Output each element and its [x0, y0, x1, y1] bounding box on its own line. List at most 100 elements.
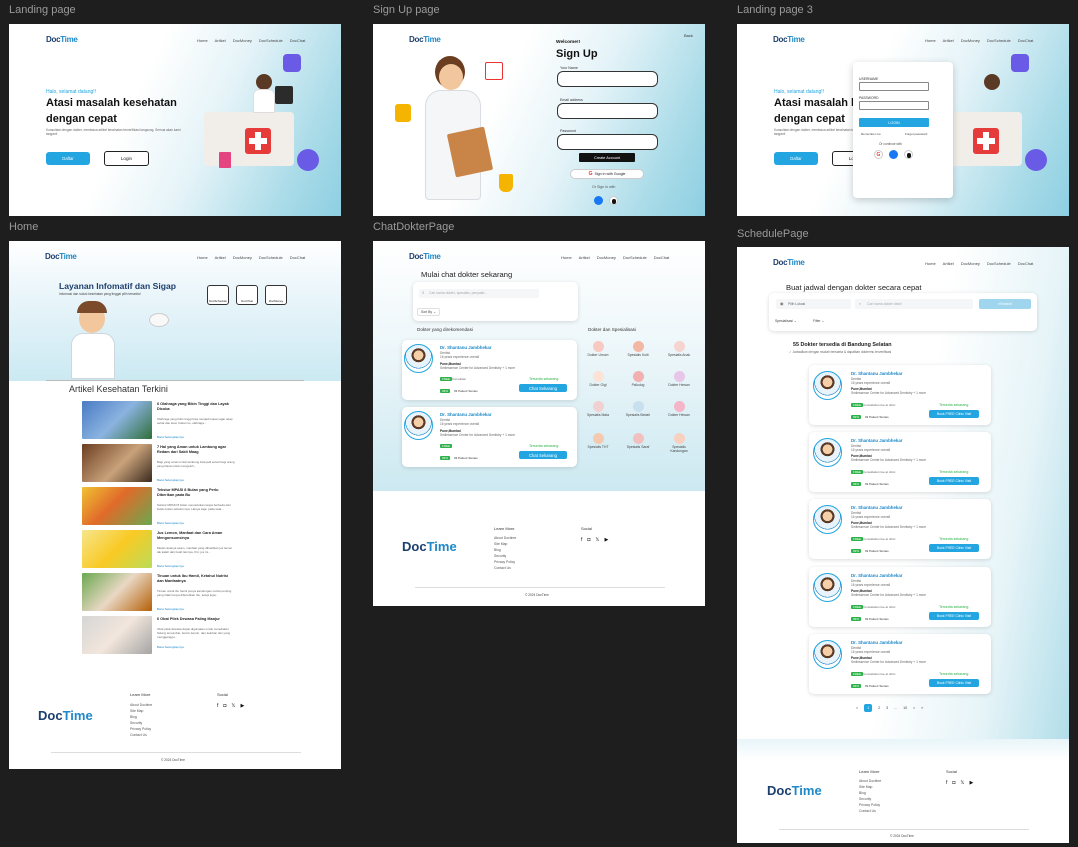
- footer-logo[interactable]: DocTime: [402, 539, 457, 554]
- footer-link[interactable]: Contact Us: [494, 565, 516, 571]
- specialty-item[interactable]: Dokter Hewan: [664, 401, 694, 417]
- youtube-icon[interactable]: ▶: [604, 537, 608, 543]
- username-input[interactable]: [859, 82, 929, 91]
- logo[interactable]: DocTime: [45, 252, 77, 261]
- doctor-avatar[interactable]: [404, 344, 433, 373]
- logo[interactable]: DocTime: [409, 35, 441, 44]
- nav-artikel[interactable]: Artikel: [215, 38, 226, 43]
- footer-logo[interactable]: DocTime: [767, 783, 822, 798]
- youtube-icon[interactable]: ▶: [969, 780, 973, 786]
- specialty-item[interactable]: Dokter Gigi: [583, 371, 613, 387]
- doctor-avatar[interactable]: [813, 438, 842, 467]
- doctor-name[interactable]: Dr. Shantanu Jambhekar: [851, 505, 903, 510]
- doctor-name[interactable]: Dr. Shantanu Jambhekar: [851, 640, 903, 645]
- article-title[interactable]: Tekstur MPASI 8 Bulan yang Perlu Diberik…: [157, 488, 235, 497]
- specialty-item[interactable]: Spesialis THT: [583, 433, 613, 449]
- nav-home[interactable]: Home: [925, 261, 936, 266]
- pagination-page[interactable]: 10: [903, 706, 907, 710]
- nav-home[interactable]: Home: [561, 255, 572, 260]
- doctor-avatar[interactable]: [813, 573, 842, 602]
- article-read-more-link[interactable]: Baca Selengkapnya: [157, 435, 184, 439]
- specialty-item[interactable]: Spesialis Mata: [583, 401, 613, 417]
- nav-home[interactable]: Home: [197, 255, 208, 260]
- article-read-more-link[interactable]: Baca Selengkapnya: [157, 478, 184, 482]
- nav-artikel[interactable]: Artikel: [943, 38, 954, 43]
- article-thumbnail[interactable]: [82, 487, 152, 525]
- nav-docchat[interactable]: DocChat: [1018, 38, 1034, 43]
- login-submit-button[interactable]: LOGIN: [859, 118, 929, 127]
- nav-docchat[interactable]: DocChat: [290, 255, 306, 260]
- specialty-item[interactable]: Spesialis Saraf: [623, 433, 653, 449]
- book-visit-button[interactable]: Book FREE Clinic Visit: [929, 477, 979, 485]
- nav-docschedule[interactable]: DocSchedule: [259, 38, 283, 43]
- instagram-icon[interactable]: ◘: [223, 703, 226, 709]
- youtube-icon[interactable]: ▶: [240, 703, 244, 709]
- specialty-item[interactable]: Spesialis Bedah: [623, 401, 653, 417]
- doctor-name[interactable]: Dr. Shantanu Jambhekar: [851, 438, 903, 443]
- book-visit-button[interactable]: Book FREE Clinic Visit: [929, 679, 979, 687]
- login-button[interactable]: Login: [104, 151, 149, 166]
- doctor-avatar[interactable]: [404, 411, 433, 440]
- facebook-icon[interactable]: [594, 196, 603, 205]
- create-account-button[interactable]: Create Account: [579, 153, 635, 162]
- apple-icon[interactable]: [904, 150, 913, 159]
- google-icon[interactable]: G: [874, 150, 883, 159]
- article-title[interactable]: 6 Olahraga yang Bikin Tinggi dan Layak D…: [157, 402, 235, 411]
- article-thumbnail[interactable]: [82, 401, 152, 439]
- specialty-item[interactable]: Dokter Umum: [583, 341, 613, 357]
- article-title[interactable]: Tinuan untuk Ibu Hamil, Ketahui Nutrisi …: [157, 574, 235, 583]
- specialty-item[interactable]: Spesialis Anak: [664, 341, 694, 357]
- article-read-more-link[interactable]: Baca Selengkapnya: [157, 521, 184, 525]
- facebook-icon[interactable]: f: [581, 537, 582, 543]
- filter-dropdown[interactable]: Filter ⌄: [813, 319, 824, 323]
- article-read-more-link[interactable]: Baca Selengkapnya: [157, 607, 184, 611]
- specialty-item[interactable]: Psikolog: [623, 371, 653, 387]
- article-title[interactable]: Jus Lemon, Manfaat dan Cara Aman Mengons…: [157, 531, 235, 540]
- book-visit-button[interactable]: Book FREE Clinic Visit: [929, 410, 979, 418]
- docschedule-shortcut[interactable]: DocSchedule: [207, 285, 229, 305]
- pagination-prev[interactable]: <: [856, 706, 858, 710]
- nav-artikel[interactable]: Artikel: [215, 255, 226, 260]
- chat-now-button[interactable]: Chat Sekarang: [519, 384, 567, 392]
- logo[interactable]: DocTime: [409, 252, 441, 261]
- pagination-next[interactable]: >: [913, 706, 915, 710]
- apple-icon[interactable]: [609, 196, 618, 205]
- nav-docschedule[interactable]: DocSchedule: [987, 38, 1011, 43]
- facebook-icon[interactable]: f: [946, 780, 947, 786]
- facebook-icon[interactable]: [889, 150, 898, 159]
- sort-by-dropdown[interactable]: Sort By ⌄: [417, 308, 440, 316]
- forgot-password-link[interactable]: Forgot password: [905, 132, 927, 136]
- article-thumbnail[interactable]: [82, 616, 152, 654]
- book-visit-button[interactable]: Book FREE Clinic Visit: [929, 612, 979, 620]
- article-read-more-link[interactable]: Baca Selengkapnya: [157, 564, 184, 568]
- nav-docchat[interactable]: DocChat: [654, 255, 670, 260]
- nav-docchat[interactable]: DocChat: [290, 38, 306, 43]
- nav-docmoney[interactable]: DocMoney: [961, 38, 980, 43]
- footer-logo[interactable]: DocTime: [38, 708, 93, 723]
- daftar-button[interactable]: Daftar: [774, 152, 818, 165]
- specialty-item[interactable]: Spesialis Kandungan: [664, 433, 694, 453]
- facebook-icon[interactable]: f: [217, 703, 218, 709]
- nav-artikel[interactable]: Artikel: [943, 261, 954, 266]
- pagination-page-active[interactable]: 1: [864, 704, 873, 712]
- nav-docschedule[interactable]: DocSchedule: [623, 255, 647, 260]
- specialty-item[interactable]: Dokter Hewan: [664, 371, 694, 387]
- remember-me-checkbox[interactable]: Remember me: [861, 132, 881, 136]
- specialty-item[interactable]: Spesialis Kulit: [623, 341, 653, 357]
- footer-link[interactable]: Contact Us: [130, 732, 152, 738]
- specialization-filter[interactable]: Spesialisasi ⌄: [775, 319, 797, 323]
- docmoney-shortcut[interactable]: DocMoney: [265, 285, 287, 305]
- footer-link[interactable]: Contact Us: [859, 808, 881, 814]
- nav-docmoney[interactable]: DocMoney: [233, 255, 252, 260]
- nav-docmoney[interactable]: DocMoney: [961, 261, 980, 266]
- google-signin-button[interactable]: G Sign in with Google: [570, 169, 644, 179]
- logo[interactable]: DocTime: [46, 35, 78, 44]
- doctor-name[interactable]: Dr. Shantanu Jambhekar: [851, 573, 903, 578]
- nav-docmoney[interactable]: DocMoney: [233, 38, 252, 43]
- x-icon[interactable]: 𝕏: [960, 780, 964, 786]
- doctor-avatar[interactable]: [813, 640, 842, 669]
- password-input[interactable]: [859, 101, 929, 110]
- doctor-avatar[interactable]: [813, 505, 842, 534]
- article-title[interactable]: 6 Obat Pilek Dewasa Paling Manjur: [157, 617, 235, 622]
- chat-now-button[interactable]: Chat Sekarang: [519, 451, 567, 459]
